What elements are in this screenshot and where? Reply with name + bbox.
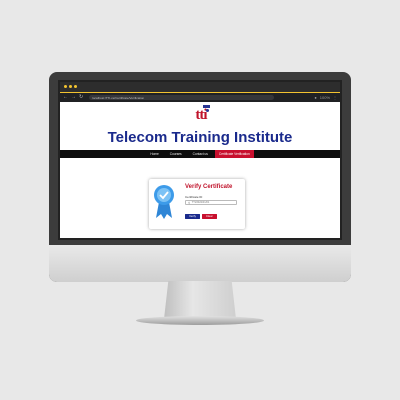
screen: ← → ↻ localhost:/TTI-ce/Certificate/Veri… <box>58 80 342 240</box>
site-title: Telecom Training Institute <box>107 129 293 146</box>
nav-courses[interactable]: Courses <box>166 150 186 158</box>
nav-home[interactable]: Home <box>146 150 163 158</box>
zoom-level[interactable]: 100% <box>320 93 330 102</box>
menu-icon[interactable]: ⋮ <box>333 93 337 102</box>
graduation-cap-icon <box>203 105 210 108</box>
verify-title: Verify Certificate <box>185 184 233 190</box>
clear-button[interactable]: Clear <box>202 214 217 219</box>
extension-icon[interactable]: ● <box>314 93 316 102</box>
certificate-id-input[interactable]: ⚲ TTI/2022/01/01 <box>185 200 237 205</box>
certificate-id-label: Certificate ID <box>185 195 203 199</box>
forward-icon[interactable]: → <box>71 93 76 102</box>
certificate-id-value: TTI/2022/01/01 <box>191 201 210 204</box>
browser-toolbar: ← → ↻ localhost:/TTI-ce/Certificate/Veri… <box>60 93 340 102</box>
url-text: localhost:/TTI-ce/Certificate/Verificati… <box>92 95 145 100</box>
logo-dot <box>206 109 209 112</box>
monitor-chin <box>49 245 351 282</box>
verify-button[interactable]: Verify <box>185 214 200 219</box>
address-bar[interactable]: localhost:/TTI-ce/Certificate/Verificati… <box>89 95 275 100</box>
monitor-stand-base <box>136 316 264 325</box>
window-controls[interactable] <box>64 85 77 88</box>
site-logo[interactable]: tti <box>186 105 216 123</box>
certificate-badge-icon <box>154 185 174 219</box>
browser-tab-strip <box>60 82 340 93</box>
main-nav: Home Courses Contact us Certificate Veri… <box>60 150 340 158</box>
reload-icon[interactable]: ↻ <box>79 93 83 102</box>
back-icon[interactable]: ← <box>63 93 68 102</box>
nav-contact[interactable]: Contact us <box>189 150 212 158</box>
nav-certificate-verification[interactable]: Certificate Verification <box>214 150 254 158</box>
logo-text: tti <box>195 107 207 123</box>
monitor-stand <box>164 281 236 319</box>
key-icon: ⚲ <box>188 200 191 205</box>
verify-card: Verify Certificate Certificate ID ⚲ TTI/… <box>149 179 245 229</box>
